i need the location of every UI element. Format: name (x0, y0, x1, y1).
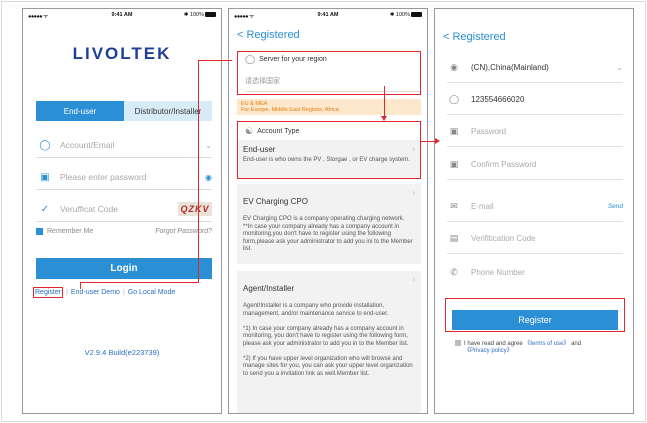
link-separator: | (66, 289, 68, 296)
arrowhead (381, 116, 387, 121)
region-select[interactable]: ◉ (CN),China(Mainland) ⌄ (447, 53, 623, 83)
arrow-connector (198, 60, 199, 282)
account-value: 123554666020 (471, 95, 525, 104)
account-input[interactable]: ◯ Account/Email ⌄ (36, 133, 212, 158)
link-separator: | (122, 289, 125, 296)
mail-icon: ✉ (450, 201, 458, 211)
local-mode-link[interactable]: Go Local Mode (128, 289, 175, 296)
privacy-link[interactable]: 《Privacy policy》 (464, 348, 513, 354)
confirm-password-field[interactable]: ▣ Confirm Password (447, 150, 623, 180)
app-logo: LIVOLTEK (72, 44, 172, 63)
password-field[interactable]: ▣ Password (447, 117, 623, 147)
arrowhead (435, 138, 440, 144)
battery-icon: ✱ 100% (184, 12, 216, 18)
terms-link[interactable]: 《terms of use》 (524, 341, 569, 347)
card-title: EV Charging CPO (243, 196, 308, 206)
remember-checkbox[interactable] (36, 228, 43, 235)
remember-row: Remember Me Forgot Password? (36, 228, 212, 235)
demo-link[interactable]: End-user Demo (71, 289, 120, 296)
card-body: EV Charging CPO is a company operating c… (243, 216, 413, 252)
globe-icon: ◉ (450, 62, 458, 72)
password-placeholder: Please enter password (60, 172, 147, 182)
and-text: and (571, 341, 582, 347)
code-input[interactable]: ✓ Verufficat Code QZKV (36, 197, 212, 222)
confirm-placeholder: Confirm Password (471, 160, 537, 169)
code-placeholder: Verufficat Code (60, 204, 118, 214)
status-bar: ●●●●● ᯤ 9:41 AM ✱ 100% (23, 9, 221, 21)
user-icon: ◯ (448, 94, 460, 104)
chevron-down-icon: ⌄ (616, 63, 623, 72)
lock-icon: ▣ (40, 171, 50, 183)
account-placeholder: Account/Email (60, 140, 115, 150)
back-button[interactable]: < Registered (443, 31, 506, 43)
arrow-connector (420, 141, 436, 142)
agree-text: I have read and agree (464, 341, 523, 347)
server-note-body: For Europe, Middle East Regions, Africa (241, 107, 339, 113)
card-title: Agent/Installer (243, 283, 295, 293)
battery-icon: ✱ 100% (390, 12, 422, 18)
highlight-server (237, 51, 421, 95)
tab-end-user[interactable]: End-user (36, 101, 124, 121)
password-placeholder: Password (471, 127, 507, 136)
login-button[interactable]: Login (36, 258, 212, 279)
keypad-icon: ▤ (449, 233, 459, 243)
status-bar: ●●●●● ᯤ 9:41 AM ✱ 100% (229, 9, 427, 21)
login-screen: ●●●●● ᯤ 9:41 AM ✱ 100% LIVOLTEK End-user… (22, 8, 222, 414)
send-code-button[interactable]: Send (608, 203, 623, 210)
phone-field[interactable]: ✆ Phone Number (447, 257, 623, 287)
agreement-row: I have read and agree 《terms of use》 and… (455, 340, 625, 355)
eye-icon[interactable]: ◉ (205, 173, 212, 182)
verification-field[interactable]: ▤ Verifitication Code (447, 224, 623, 254)
back-button[interactable]: < Registered (237, 29, 300, 41)
email-placeholder: E-mail (471, 202, 494, 211)
chevron-down-icon[interactable]: ⌄ (205, 141, 212, 150)
highlight-account-type (237, 121, 421, 179)
account-type-screen: ●●●●● ᯤ 9:41 AM ✱ 100% < Registered ◯ Se… (228, 8, 428, 414)
card-agent-installer[interactable]: Agent/Installer Agent/Installer is a com… (237, 271, 421, 413)
remember-label: Remember Me (47, 228, 94, 235)
chevron-right-icon: › (412, 188, 415, 197)
register-form-screen: < Registered ◉ (CN),China(Mainland) ⌄ ◯ … (434, 8, 634, 414)
phone-placeholder: Phone Number (471, 267, 525, 277)
lock-icon: ▣ (449, 126, 459, 136)
forgot-password-link[interactable]: Forgot Password? (155, 228, 212, 235)
arrow-connector (80, 282, 81, 289)
arrow-connector (384, 86, 385, 117)
register-link[interactable]: Register (33, 287, 64, 298)
arrow-connector (198, 60, 232, 61)
email-field[interactable]: ✉ E-mail Send (447, 192, 623, 222)
verification-placeholder: Verifitication Code (471, 234, 536, 243)
agree-checkbox[interactable] (455, 340, 461, 346)
region-value: (CN),China(Mainland) (471, 63, 549, 72)
user-type-tabs: End-user Distributor/Installer (36, 101, 212, 121)
version-label: V2.9.4 Build(e223739) (84, 348, 160, 357)
lock-icon: ▣ (449, 159, 459, 169)
password-input[interactable]: ▣ Please enter password ◉ (36, 165, 212, 190)
card-body: Agent/Installer is a company who provide… (243, 303, 413, 377)
user-icon: ◯ (39, 139, 51, 151)
login-links: Register | End-user Demo | Go Local Mode (33, 287, 218, 298)
arrow-connector (80, 282, 199, 283)
card-ev-cpo[interactable]: EV Charging CPO EV Charging CPO is a com… (237, 184, 421, 264)
chevron-right-icon: › (412, 275, 415, 284)
account-field[interactable]: ◯ 123554666020 (447, 85, 623, 115)
server-note: EU & MEA For Europe, Middle East Regions… (237, 99, 421, 115)
captcha-image[interactable]: QZKV (178, 202, 212, 216)
shield-check-icon: ✓ (40, 203, 50, 215)
highlight-register-button (445, 298, 625, 332)
phone-icon: ✆ (450, 266, 458, 277)
